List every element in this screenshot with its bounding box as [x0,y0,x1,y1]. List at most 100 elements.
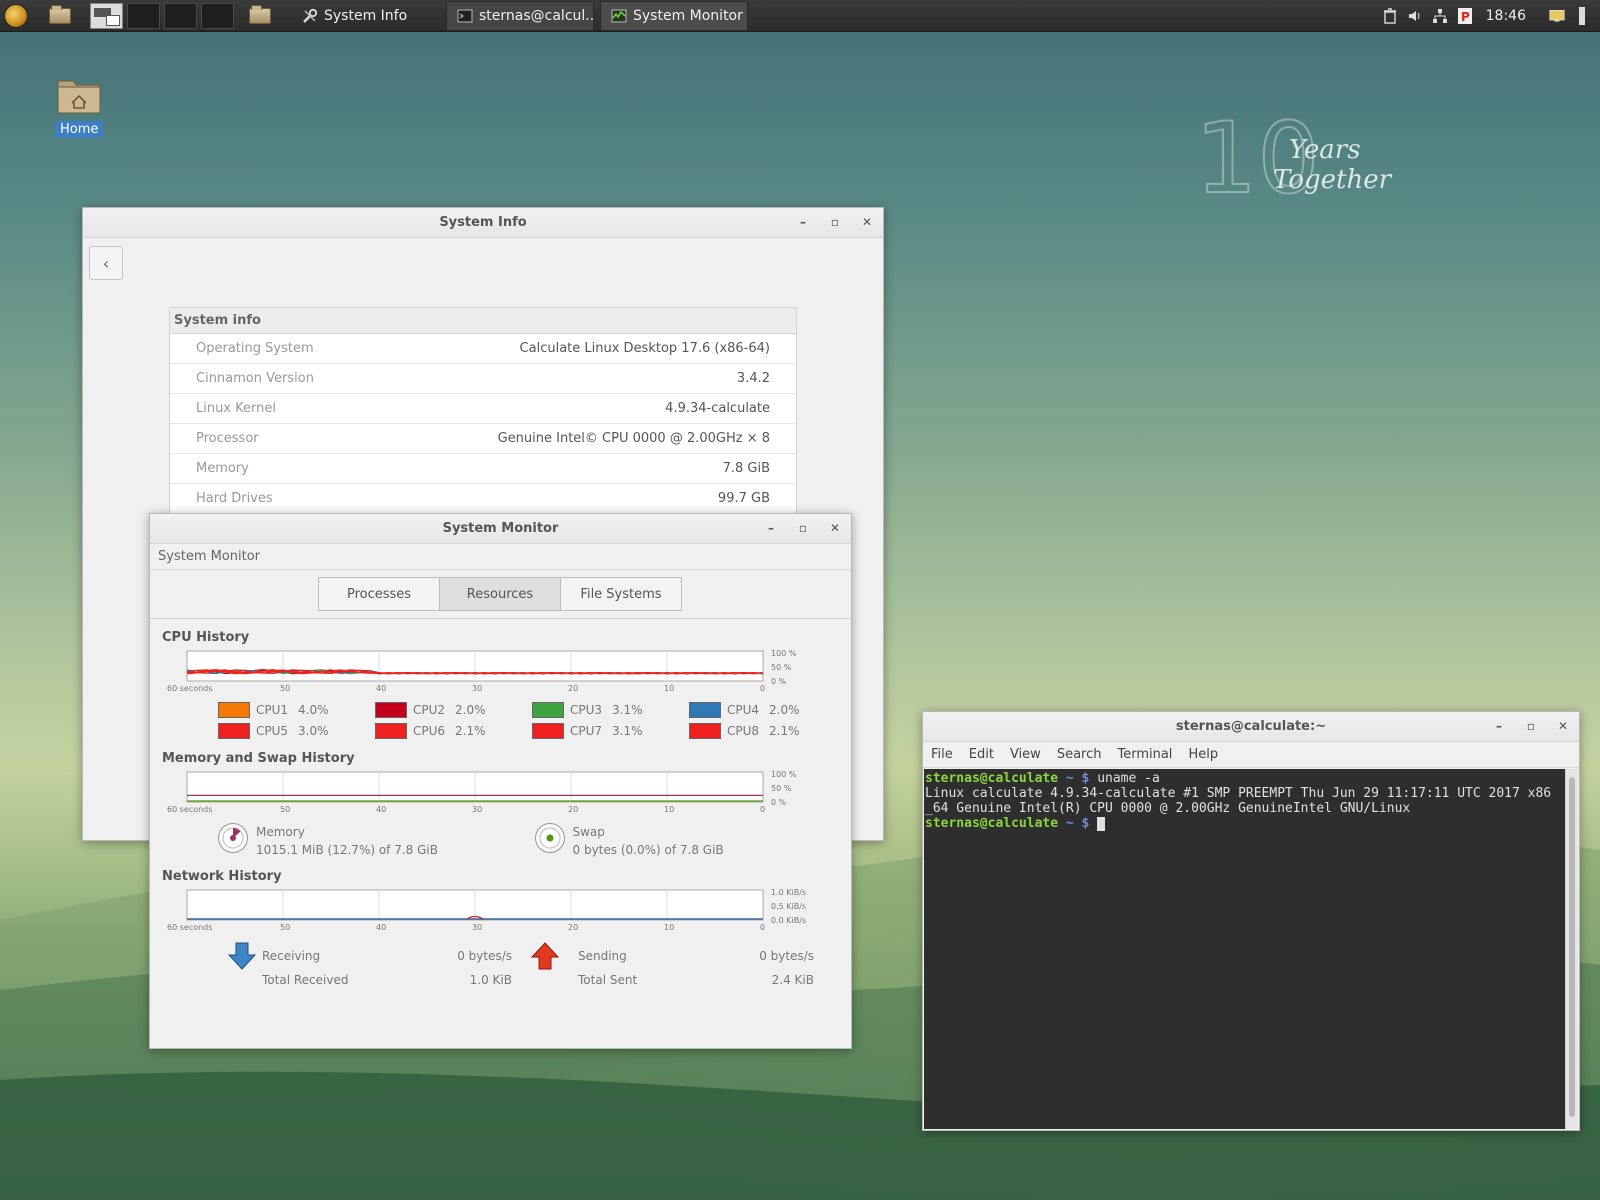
maximize-button[interactable]: ▫ [1523,718,1539,734]
taskbar-item-system-info[interactable]: System Info [292,1,440,31]
memory-x-tick: 50 [280,805,290,814]
cpu-value: 3.1% [612,703,643,717]
terminal-output[interactable]: sternas@calculate ~ $ uname -a Linux calc… [924,769,1565,1129]
receiving-arrow-icon[interactable] [222,942,262,970]
cpu-legend-item: CPU4 2.0% [689,701,846,719]
cpu-name: CPU1 [256,703,289,717]
close-button[interactable]: ✕ [1555,718,1571,734]
maximize-button[interactable]: ▫ [827,214,843,230]
folder-icon [249,4,271,24]
info-row-processor: Processor Genuine Intel© CPU 0000 @ 2.00… [170,424,796,454]
info-key: Processor [196,431,259,446]
taskbar-label: sternas@calcul... [479,7,594,24]
cpu-color-swatch[interactable] [218,723,250,739]
cpu-color-swatch[interactable] [218,702,250,718]
parking-icon[interactable]: P [1457,7,1473,24]
close-button[interactable]: ✕ [859,214,875,230]
tools-icon [302,8,318,24]
cpu-x-tick: 50 [280,684,290,693]
menu-search[interactable]: Search [1057,747,1102,762]
minimize-button[interactable]: – [795,214,811,230]
workspace-3[interactable] [164,2,197,29]
app-header: System Monitor [150,544,851,570]
network-y-tick: 0.5 KiB/s [771,902,806,911]
desktop-icon-home[interactable]: Home [55,75,104,138]
info-value: 99.7 GB [717,491,770,506]
tab-processes[interactable]: Processes [318,577,440,611]
menu-file[interactable]: File [931,747,953,762]
cpu-x-tick: 60 seconds [167,684,212,693]
titlebar[interactable]: System Info – ▫ ✕ [83,208,883,238]
workspace-2[interactable] [127,2,160,29]
swap-pie-icon[interactable] [534,823,565,853]
show-desktop-icon[interactable] [1549,8,1565,24]
close-button[interactable]: ✕ [827,520,843,536]
titlebar[interactable]: System Monitor – ▫ ✕ [150,514,851,544]
tab-resources[interactable]: Resources [439,577,561,611]
network-y-tick: 1.0 KiB/s [771,888,806,897]
memory-pie-icon[interactable] [218,823,248,853]
menu-help[interactable]: Help [1188,747,1218,762]
sending-arrow-icon[interactable] [512,942,578,970]
cpu-x-tick: 10 [664,684,674,693]
network-icon[interactable] [1432,8,1448,24]
cpu-legend-item: CPU5 3.0% [218,722,375,740]
cpu-color-swatch[interactable] [375,702,407,718]
memory-x-tick: 10 [664,805,674,814]
clock[interactable]: 18:46 [1486,8,1526,24]
network-x-tick: 0 [760,923,765,932]
prompt-path: ~ $ [1065,816,1090,831]
terminal-command: uname -a [1097,771,1160,786]
memory-legend: Memory 1015.1 MiB (12.7%) of 7.8 GiB Swa… [150,818,851,864]
files-launcher[interactable] [244,2,276,30]
terminal-menubar: File Edit View Search Terminal Help [923,742,1579,768]
cpu-value: 3.0% [298,724,329,738]
text-cursor [1097,816,1106,831]
workspace-4[interactable] [201,2,234,29]
network-history-title: Network History [162,868,282,884]
titlebar[interactable]: sternas@calculate:~ – ▫ ✕ [923,712,1579,742]
cpu-color-swatch[interactable] [689,723,721,739]
maximize-button[interactable]: ▫ [795,520,811,536]
cpu-x-tick: 20 [568,684,578,693]
menu-view[interactable]: View [1010,747,1041,762]
terminal-line: Linux calculate 4.9.34-calculate #1 SMP … [925,786,1552,801]
cpu-color-swatch[interactable] [532,723,564,739]
minimize-button[interactable]: – [763,520,779,536]
trash-icon[interactable] [1382,7,1398,24]
top-panel: System Info sternas@calcul... System Mon… [0,0,1600,32]
cpu-name: CPU8 [727,724,760,738]
window-title: sternas@calculate:~ [1175,719,1327,734]
info-value: 7.8 GiB [722,461,770,476]
cpu-color-swatch[interactable] [375,723,407,739]
memory-x-tick: 30 [472,805,482,814]
cpu-color-swatch[interactable] [532,702,564,718]
taskbar-item-system-monitor[interactable]: System Monitor [600,0,748,31]
cpu-color-swatch[interactable] [689,702,721,718]
cpu-x-tick: 30 [472,684,482,693]
taskbar-item-terminal[interactable]: sternas@calcul... [446,0,594,31]
total-sent-value: 2.4 KiB [771,973,814,987]
cpu-value: 2.0% [455,703,486,717]
window-title: System Monitor [442,521,559,536]
minimize-button[interactable]: – [1491,718,1507,734]
back-button[interactable]: ‹ [89,246,123,280]
menu-terminal[interactable]: Terminal [1117,747,1172,762]
network-x-tick: 20 [568,923,578,932]
memory-y-tick: 0 % [771,798,787,807]
prompt-user: sternas@calculate [925,816,1059,831]
terminal-icon [457,8,473,24]
tab-file-systems[interactable]: File Systems [560,577,682,611]
panel-edge-icon [1574,6,1590,25]
volume-icon[interactable] [1407,8,1423,24]
main-menu-button[interactable] [0,0,32,32]
terminal-scrollbar[interactable] [1565,769,1578,1129]
info-value: 4.9.34-calculate [665,401,770,416]
cpu-x-tick: 40 [376,684,386,693]
monitor-icon [611,8,627,24]
workspace-1[interactable] [90,2,123,29]
cpu-name: CPU5 [256,724,289,738]
file-manager-launcher[interactable] [44,2,76,30]
menu-edit[interactable]: Edit [969,747,994,762]
info-key: Hard Drives [196,491,273,506]
